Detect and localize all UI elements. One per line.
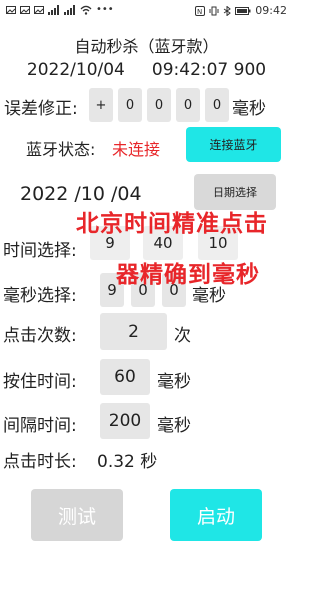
- error-digit-1[interactable]: 0: [118, 88, 142, 122]
- signal-icon: [64, 4, 75, 15]
- hold-time-label: 按住时间:: [3, 372, 77, 392]
- time-select-label: 时间选择:: [3, 241, 77, 261]
- click-duration-value: 0.32 秒: [97, 452, 158, 472]
- battery-icon: [235, 6, 251, 15]
- hold-time-unit: 毫秒: [157, 372, 191, 392]
- current-datetime: 2022/10/04 09:42:07 900: [26, 60, 267, 80]
- bluetooth-status-label: 蓝牙状态:: [26, 140, 96, 159]
- error-sign-field[interactable]: +: [89, 88, 113, 122]
- interval-time-unit: 毫秒: [157, 416, 191, 436]
- selected-date: 2022 /10 /04: [20, 183, 142, 205]
- promo-overlay-line2: 器精确到毫秒: [116, 262, 260, 288]
- wifi-icon: [80, 5, 92, 15]
- bluetooth-icon: [224, 5, 232, 16]
- more-icon: •••: [96, 4, 114, 15]
- error-digit-4[interactable]: 0: [205, 88, 229, 122]
- test-button[interactable]: 测试: [31, 489, 123, 541]
- interval-time-label: 间隔时间:: [3, 416, 77, 436]
- image-icon: [34, 5, 44, 14]
- status-left-icons: •••: [6, 4, 114, 15]
- error-unit: 毫秒: [232, 99, 266, 119]
- error-digit-2[interactable]: 0: [147, 88, 171, 122]
- image-icon: [20, 5, 30, 14]
- error-digit-3[interactable]: 0: [176, 88, 200, 122]
- ms-select-label: 毫秒选择:: [3, 286, 77, 306]
- bluetooth-status-value: 未连接: [112, 140, 161, 159]
- hold-time-field[interactable]: 60: [100, 359, 150, 395]
- start-button[interactable]: 启动: [170, 489, 262, 541]
- status-time: 09:42: [255, 4, 287, 17]
- click-count-label: 点击次数:: [3, 326, 77, 346]
- error-correction-label: 误差修正:: [4, 99, 78, 119]
- connect-bluetooth-button[interactable]: 连接蓝牙: [186, 127, 281, 162]
- click-count-field[interactable]: 2: [100, 313, 167, 350]
- svg-text:N: N: [197, 8, 202, 16]
- status-bar: ••• N 09:42: [0, 0, 293, 22]
- nfc-icon: N: [195, 5, 206, 16]
- click-duration-label: 点击时长:: [3, 452, 77, 472]
- app-title: 自动秒杀（蓝牙款）: [74, 37, 219, 56]
- promo-overlay-line1: 北京时间精准点击: [76, 211, 268, 237]
- vibrate-icon: [209, 6, 219, 15]
- interval-time-field[interactable]: 200: [100, 403, 150, 439]
- status-right-icons: N 09:42: [195, 4, 287, 17]
- image-icon: [6, 5, 16, 14]
- signal-icon: [48, 4, 59, 15]
- click-count-unit: 次: [174, 326, 191, 346]
